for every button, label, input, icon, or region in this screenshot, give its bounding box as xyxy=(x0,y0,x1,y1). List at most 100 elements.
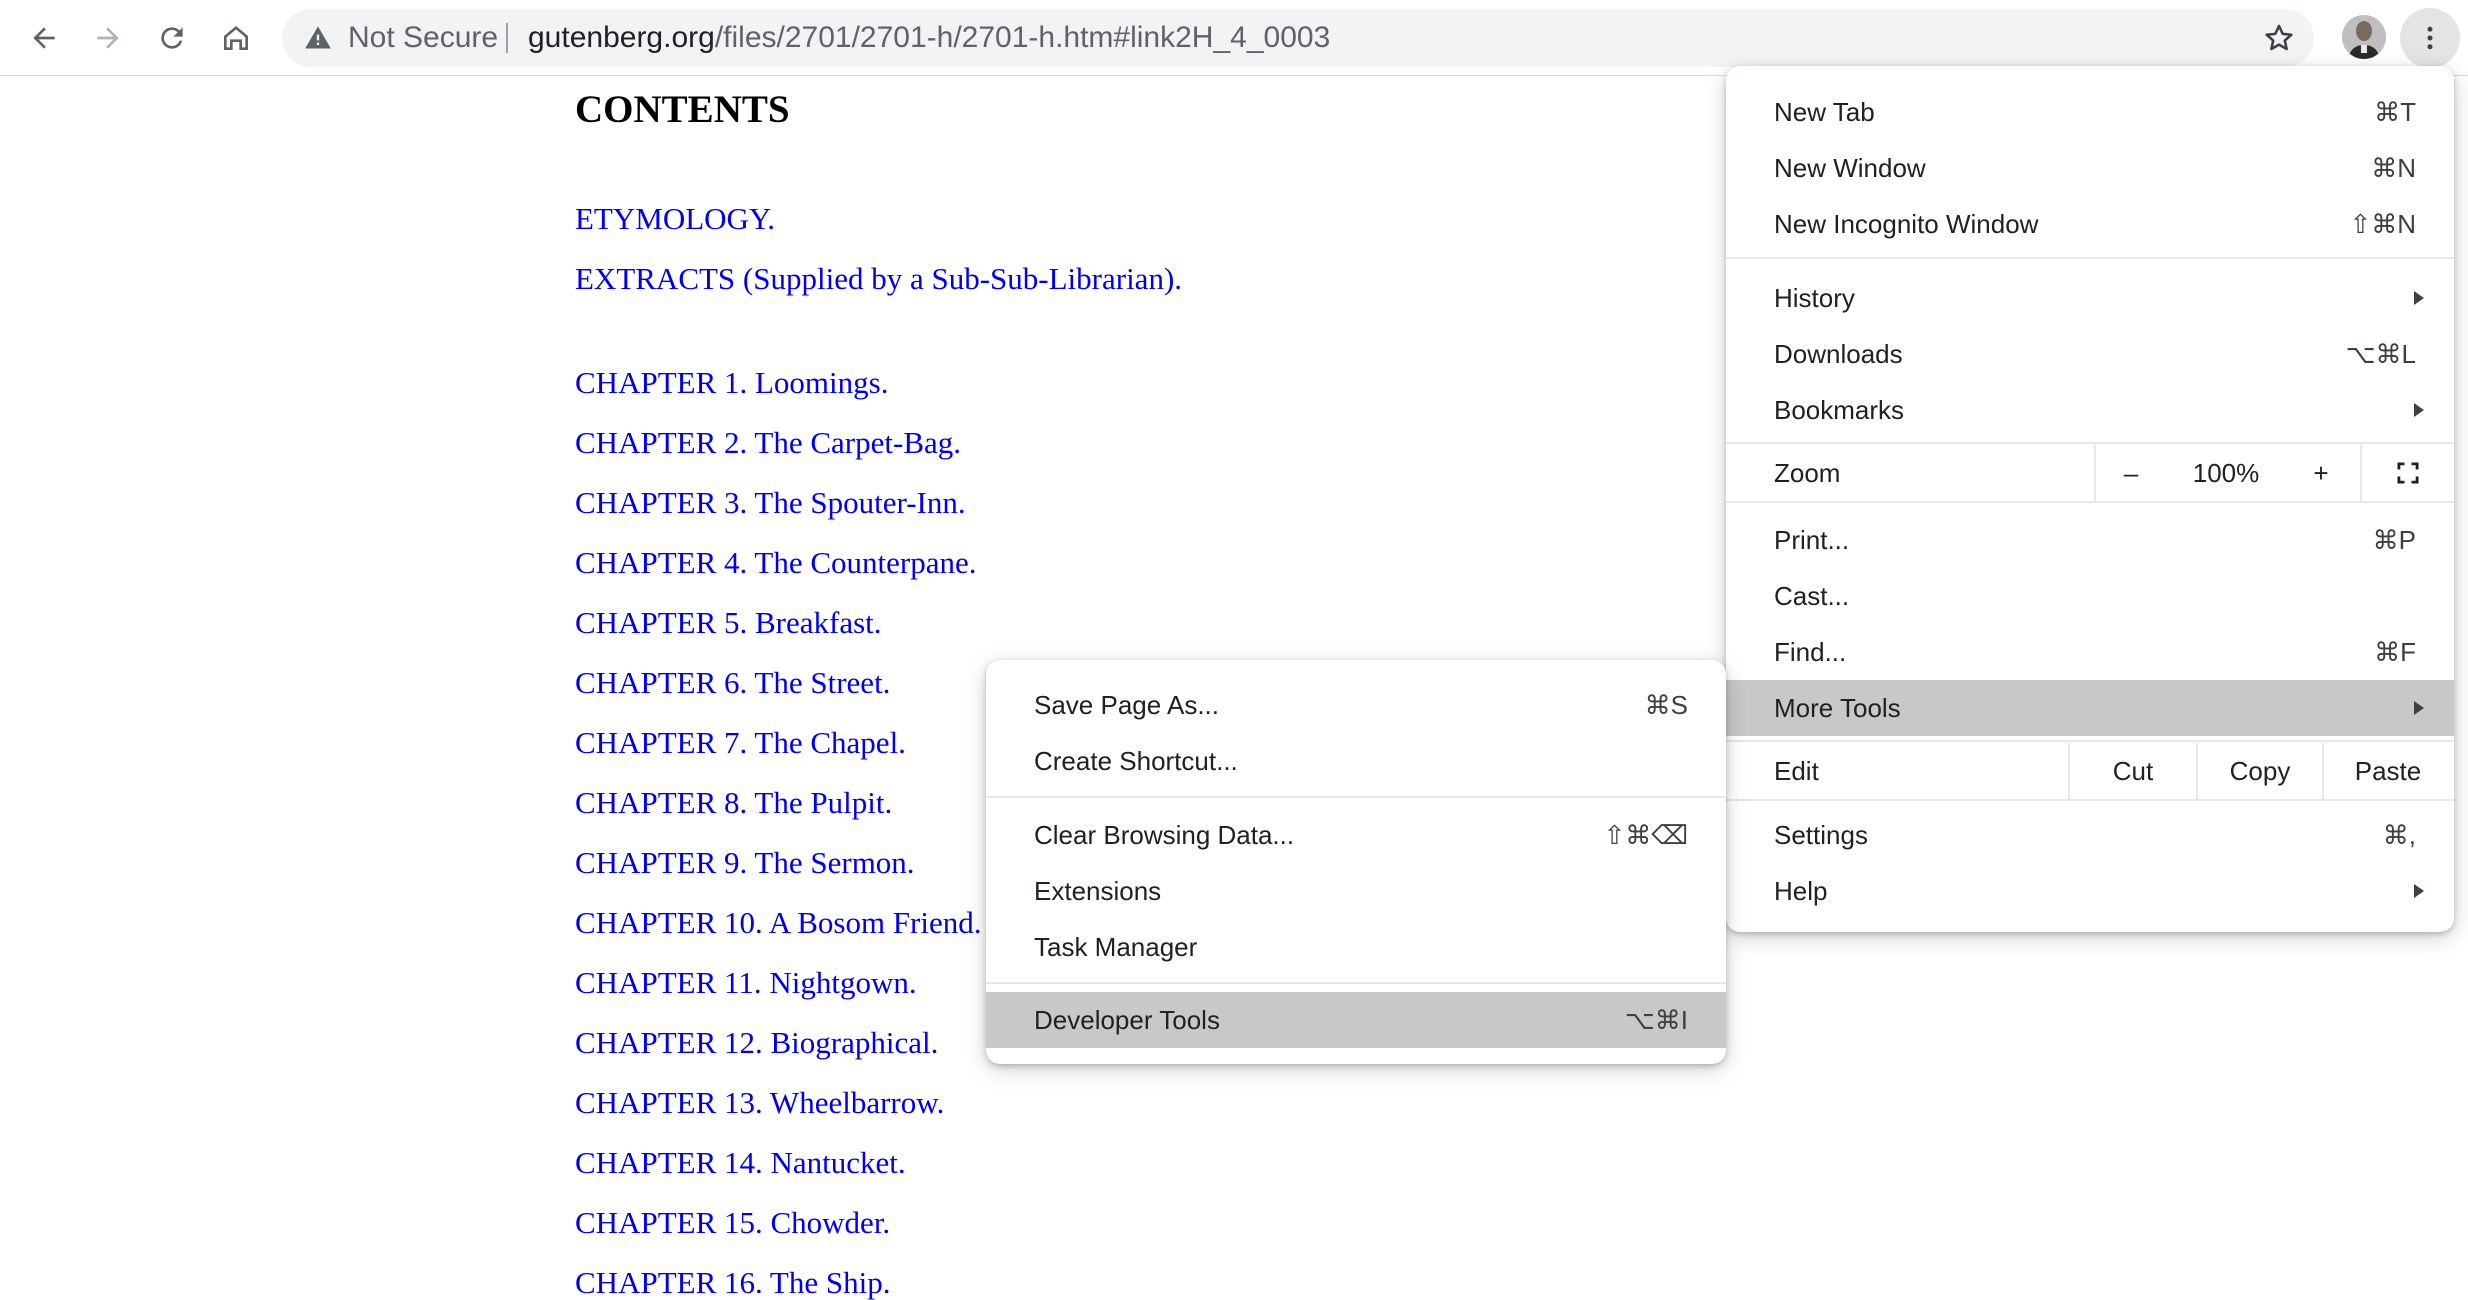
menu-item-label: Developer Tools xyxy=(1034,1005,1220,1035)
menu-item-label: Print... xyxy=(1774,525,1850,555)
fullscreen-button[interactable] xyxy=(2362,445,2454,501)
toc-link-chapter-15[interactable]: CHAPTER 15. Chowder. xyxy=(575,1204,890,1241)
menu-item-developer-tools[interactable]: Developer Tools ⌥⌘I xyxy=(986,992,1726,1048)
menu-item-shortcut: ⌘S xyxy=(1644,690,1688,720)
menu-item-label: New Window xyxy=(1774,153,1926,183)
menu-zoom-row: Zoom – 100% + xyxy=(1726,445,2454,501)
arrow-right-icon xyxy=(97,27,119,49)
menu-item-shortcut: ⌘F xyxy=(2374,637,2416,667)
menu-button[interactable] xyxy=(2400,8,2460,68)
menu-item-downloads[interactable]: Downloads ⌥⌘L xyxy=(1726,326,2454,382)
menu-item-label: Find... xyxy=(1774,637,1847,667)
forward-button[interactable] xyxy=(78,8,138,68)
arrow-left-icon xyxy=(33,27,55,49)
star-icon[interactable] xyxy=(2262,21,2296,55)
toc-link-extracts[interactable]: EXTRACTS (Supplied by a Sub-Sub-Libraria… xyxy=(575,260,1182,297)
toc-link-chapter-7[interactable]: CHAPTER 7. The Chapel. xyxy=(575,724,906,761)
more-tools-submenu: Save Page As... ⌘S Create Shortcut... Cl… xyxy=(986,660,1726,1064)
toc-link-chapter-12[interactable]: CHAPTER 12. Biographical. xyxy=(575,1024,938,1061)
menu-item-label: Create Shortcut... xyxy=(1034,746,1238,776)
home-button[interactable] xyxy=(206,8,266,68)
menu-item-label: Downloads xyxy=(1774,339,1903,369)
menu-item-help[interactable]: Help xyxy=(1726,863,2454,919)
zoom-label: Zoom xyxy=(1774,458,1841,488)
contents-heading: CONTENTS xyxy=(575,88,790,131)
menu-item-shortcut: ⌘T xyxy=(2374,97,2416,127)
toc-link-chapter-14[interactable]: CHAPTER 14. Nantucket. xyxy=(575,1144,906,1181)
menu-item-save-page-as[interactable]: Save Page As... ⌘S xyxy=(986,677,1726,733)
security-status-label[interactable]: Not Secure xyxy=(348,9,498,67)
menu-item-clear-browsing-data[interactable]: Clear Browsing Data... ⇧⌘⌫ xyxy=(986,807,1726,863)
profile-avatar[interactable] xyxy=(2342,15,2386,59)
zoom-level: 100% xyxy=(2192,458,2260,488)
menu-item-settings[interactable]: Settings ⌘, xyxy=(1726,807,2454,863)
chevron-right-icon xyxy=(2414,291,2424,305)
menu-item-cast[interactable]: Cast... xyxy=(1726,568,2454,624)
edit-label: Edit xyxy=(1774,756,1819,786)
reload-button[interactable] xyxy=(142,8,202,68)
menu-item-new-tab[interactable]: New Tab ⌘T xyxy=(1726,84,2454,140)
menu-item-label: Extensions xyxy=(1034,876,1162,906)
menu-item-label: Help xyxy=(1774,876,1828,906)
menu-item-print[interactable]: Print... ⌘P xyxy=(1726,512,2454,568)
back-button[interactable] xyxy=(14,8,74,68)
menu-item-label: New Tab xyxy=(1774,97,1875,127)
menu-item-find[interactable]: Find... ⌘F xyxy=(1726,624,2454,680)
url-text[interactable]: gutenberg.org/files/2701/2701-h/2701-h.h… xyxy=(528,9,1330,67)
chevron-right-icon xyxy=(2414,403,2424,417)
vertical-dots-icon xyxy=(2427,26,2433,50)
toc-link-chapter-3[interactable]: CHAPTER 3. The Spouter-Inn. xyxy=(575,484,966,521)
toc-link-chapter-8[interactable]: CHAPTER 8. The Pulpit. xyxy=(575,784,892,821)
chevron-right-icon xyxy=(2414,884,2424,898)
zoom-in-button[interactable]: + xyxy=(2286,445,2356,501)
menu-item-new-window[interactable]: New Window ⌘N xyxy=(1726,140,2454,196)
menu-item-shortcut: ⌘P xyxy=(2372,525,2416,555)
menu-item-label: Task Manager xyxy=(1034,932,1198,962)
toc-link-chapter-1[interactable]: CHAPTER 1. Loomings. xyxy=(575,364,888,401)
url-host: gutenberg.org xyxy=(528,21,715,54)
menu-item-new-incognito-window[interactable]: New Incognito Window ⇧⌘N xyxy=(1726,196,2454,252)
menu-separator xyxy=(1726,442,2454,444)
toc-link-chapter-13[interactable]: CHAPTER 13. Wheelbarrow. xyxy=(575,1084,944,1121)
menu-item-label: Settings xyxy=(1774,820,1868,850)
toc-link-chapter-4[interactable]: CHAPTER 4. The Counterpane. xyxy=(575,544,977,581)
paste-button[interactable]: Paste xyxy=(2324,743,2452,799)
toc-link-chapter-10[interactable]: CHAPTER 10. A Bosom Friend. xyxy=(575,904,982,941)
warning-triangle-icon xyxy=(305,26,331,49)
browser-main-menu: New Tab ⌘T New Window ⌘N New Incognito W… xyxy=(1726,66,2454,932)
menu-item-task-manager[interactable]: Task Manager xyxy=(986,919,1726,975)
menu-separator xyxy=(1726,257,2454,259)
menu-separator xyxy=(986,982,1726,984)
reload-icon xyxy=(161,27,183,49)
menu-item-label: Bookmarks xyxy=(1774,395,1905,425)
menu-item-label: Cast... xyxy=(1774,581,1850,611)
cut-button[interactable]: Cut xyxy=(2070,743,2196,799)
menu-item-label: New Incognito Window xyxy=(1774,209,2039,239)
toc-link-chapter-2[interactable]: CHAPTER 2. The Carpet-Bag. xyxy=(575,424,961,461)
toc-link-chapter-16[interactable]: CHAPTER 16. The Ship. xyxy=(575,1264,890,1300)
menu-edit-row: Edit Cut Copy Paste xyxy=(1726,743,2454,799)
browser-toolbar: Not Secure gutenberg.org/files/2701/2701… xyxy=(0,0,2468,76)
menu-item-shortcut: ⌘, xyxy=(2382,820,2416,850)
menu-item-label: More Tools xyxy=(1774,693,1901,723)
copy-button[interactable]: Copy xyxy=(2198,743,2322,799)
url-path: /files/2701/2701-h/2701-h.htm#link2H_4_0… xyxy=(714,21,1331,54)
menu-item-shortcut: ⌥⌘I xyxy=(1624,1005,1688,1035)
menu-item-create-shortcut[interactable]: Create Shortcut... xyxy=(986,733,1726,789)
menu-item-bookmarks[interactable]: Bookmarks xyxy=(1726,382,2454,438)
chevron-right-icon xyxy=(2414,701,2424,715)
toc-link-chapter-9[interactable]: CHAPTER 9. The Sermon. xyxy=(575,844,915,881)
address-bar[interactable]: Not Secure gutenberg.org/files/2701/2701… xyxy=(282,9,2314,67)
toc-link-chapter-5[interactable]: CHAPTER 5. Breakfast. xyxy=(575,604,882,641)
toc-link-chapter-11[interactable]: CHAPTER 11. Nightgown. xyxy=(575,964,917,1001)
toc-link-chapter-6[interactable]: CHAPTER 6. The Street. xyxy=(575,664,890,701)
menu-item-more-tools[interactable]: More Tools xyxy=(1726,680,2454,736)
menu-separator xyxy=(1726,501,2454,503)
menu-separator xyxy=(1726,740,2454,742)
menu-item-extensions[interactable]: Extensions xyxy=(986,863,1726,919)
zoom-out-button[interactable]: – xyxy=(2096,445,2166,501)
menu-item-history[interactable]: History xyxy=(1726,270,2454,326)
toc-link-etymology[interactable]: ETYMOLOGY. xyxy=(575,200,775,237)
home-icon xyxy=(224,26,248,50)
menu-separator xyxy=(986,796,1726,798)
